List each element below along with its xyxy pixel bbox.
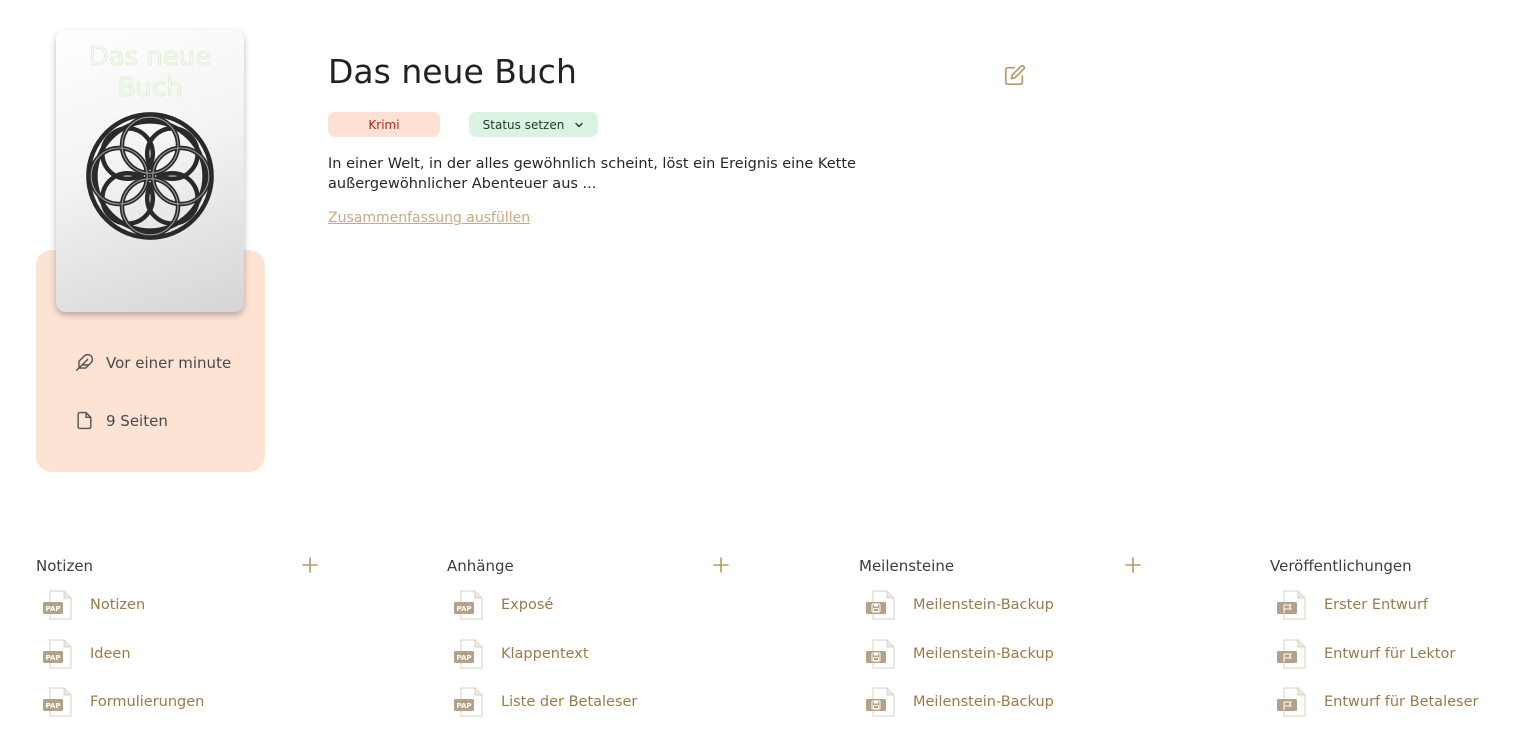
note-item[interactable]: Notizen	[42, 589, 145, 621]
milestone-item-label: Meilenstein-Backup	[913, 597, 1054, 613]
note-item-label: Notizen	[90, 597, 146, 613]
attachment-item[interactable]: Klappentext	[453, 638, 589, 670]
publications-title: Veröffentlichungen	[1270, 557, 1412, 575]
book-title: Das neue Buch	[328, 52, 577, 91]
attachment-item[interactable]: Exposé	[453, 589, 553, 621]
milestone-item-label: Meilenstein-Backup	[913, 646, 1054, 662]
last-edited-text: Vor einer minute	[106, 353, 232, 372]
feather-icon	[75, 353, 94, 372]
flag-doc-icon	[1276, 639, 1307, 669]
status-dropdown[interactable]: Status setzen	[469, 112, 598, 137]
attachment-item-label: Klappentext	[501, 646, 589, 662]
pap-doc-icon	[453, 590, 484, 620]
publication-item-label: Erster Entwurf	[1324, 597, 1429, 613]
backup-doc-icon	[865, 639, 896, 669]
milestone-item-label: Meilenstein-Backup	[913, 694, 1054, 710]
publication-item-label: Entwurf für Betaleser	[1324, 694, 1479, 710]
backup-doc-icon	[865, 590, 896, 620]
attachments-section: Anhänge Exposé Klappentext Liste der Bet…	[447, 555, 737, 577]
book-cover[interactable]: Das neue Buch	[56, 30, 244, 312]
page-count-row: 9 Seiten	[75, 411, 168, 430]
backup-doc-icon	[865, 687, 896, 717]
genre-label: Krimi	[368, 117, 400, 132]
publication-item[interactable]: Entwurf für Betaleser	[1276, 686, 1478, 718]
attachment-item[interactable]: Liste der Betaleser	[453, 686, 637, 718]
pap-doc-icon	[453, 687, 484, 717]
add-attachment-plus-icon[interactable]	[712, 556, 730, 574]
celtic-knot-image	[86, 112, 214, 240]
milestones-section: Meilensteine Meilenstein-Backup Meilenst…	[859, 555, 1149, 577]
note-item-label: Ideen	[90, 646, 131, 662]
pap-doc-icon	[453, 639, 484, 669]
attachment-item-label: Liste der Betaleser	[501, 694, 638, 710]
book-summary: In einer Welt, in der alles gewöhnlich s…	[328, 156, 856, 192]
milestone-item[interactable]: Meilenstein-Backup	[865, 638, 1054, 670]
milestone-item[interactable]: Meilenstein-Backup	[865, 686, 1054, 718]
last-edited-row: Vor einer minute	[75, 353, 231, 372]
milestone-item[interactable]: Meilenstein-Backup	[865, 589, 1054, 621]
publication-item[interactable]: Entwurf für Lektor	[1276, 638, 1455, 670]
page-icon	[77, 411, 92, 430]
status-label: Status setzen	[482, 117, 565, 132]
note-item[interactable]: Formulierungen	[42, 686, 204, 718]
edit-icon[interactable]	[1004, 64, 1026, 86]
flag-doc-icon	[1276, 590, 1307, 620]
genre-tag[interactable]: Krimi	[328, 112, 440, 137]
chevron-down-icon	[575, 122, 584, 127]
publications-section: Veröffentlichungen Erster Entwurf Entwur…	[1270, 555, 1500, 577]
note-item-label: Formulierungen	[90, 694, 205, 710]
flag-doc-icon	[1276, 687, 1307, 717]
milestones-title: Meilensteine	[859, 557, 955, 575]
cover-title: Das neue Buch	[88, 42, 212, 104]
attachments-title: Anhänge	[447, 557, 514, 575]
pap-doc-icon	[42, 687, 73, 717]
page-count-text: 9 Seiten	[106, 411, 168, 430]
notes-title: Notizen	[36, 557, 94, 575]
pap-doc-icon	[42, 639, 73, 669]
attachment-item-label: Exposé	[501, 597, 554, 613]
publication-item-label: Entwurf für Lektor	[1324, 646, 1456, 662]
pap-doc-icon	[42, 590, 73, 620]
fill-summary-link[interactable]: Zusammenfassung ausfüllen	[328, 210, 530, 226]
notes-section: Notizen Notizen Ideen Formulierungen	[36, 555, 326, 577]
note-item[interactable]: Ideen	[42, 638, 131, 670]
add-note-plus-icon[interactable]	[301, 556, 319, 574]
add-milestone-plus-icon[interactable]	[1124, 556, 1142, 574]
publication-item[interactable]: Erster Entwurf	[1276, 589, 1428, 621]
